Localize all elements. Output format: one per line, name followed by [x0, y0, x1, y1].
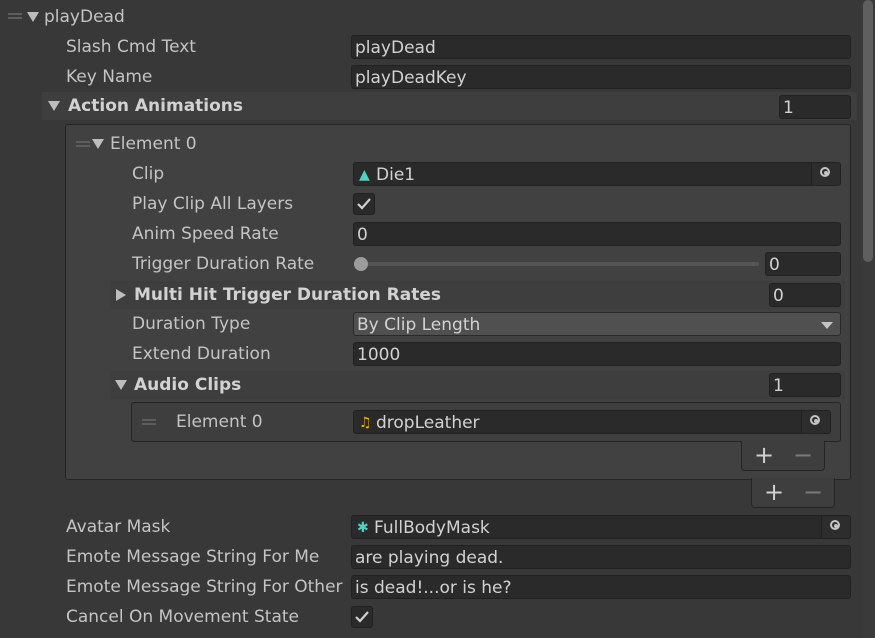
- object-picker-icon[interactable]: [821, 516, 850, 538]
- action-animations-header[interactable]: Action Animations: [42, 92, 857, 120]
- play-clip-all-layers-checkbox[interactable]: [353, 193, 375, 215]
- foldout-arrow-icon[interactable]: [92, 139, 104, 149]
- section-title: playDead: [44, 7, 125, 27]
- audio-clip-icon: ♫: [359, 415, 372, 431]
- emote-me-input[interactable]: are playing dead.: [351, 545, 851, 569]
- foldout-arrow-icon[interactable]: [48, 101, 60, 111]
- trigger-duration-rate-input[interactable]: 0: [765, 252, 841, 276]
- add-button[interactable]: +: [754, 441, 774, 469]
- emote-me-label: Emote Message String For Me: [66, 547, 320, 567]
- anim-speed-rate-label: Anim Speed Rate: [132, 224, 279, 244]
- cancel-on-movement-label: Cancel On Movement State: [66, 607, 300, 627]
- audio-clip-value: dropLeather: [376, 413, 480, 433]
- checkmark-icon: [355, 611, 369, 623]
- anim-speed-rate-input[interactable]: 0: [353, 222, 841, 246]
- audio-clip-field[interactable]: ♫ dropLeather: [353, 410, 831, 434]
- animation-clip-icon: ▲: [359, 167, 370, 183]
- audio-element-label: Element 0: [176, 412, 263, 432]
- multi-hit-label: Multi Hit Trigger Duration Rates: [134, 285, 441, 305]
- action-animations-add-remove: + −: [751, 478, 835, 508]
- extend-duration-label: Extend Duration: [132, 344, 271, 364]
- remove-button[interactable]: −: [793, 441, 813, 469]
- slider-knob[interactable]: [354, 257, 368, 271]
- play-clip-all-layers-label: Play Clip All Layers: [132, 194, 294, 214]
- key-name-label: Key Name: [66, 67, 153, 87]
- multi-hit-header[interactable]: Multi Hit Trigger Duration Rates: [110, 281, 845, 309]
- audio-clips-header[interactable]: Audio Clips: [110, 371, 845, 399]
- chevron-down-icon: [821, 322, 833, 329]
- multi-hit-size-input[interactable]: 0: [769, 283, 841, 307]
- add-button[interactable]: +: [764, 478, 784, 506]
- foldout-arrow-icon[interactable]: [116, 289, 126, 301]
- extend-duration-input[interactable]: 1000: [353, 342, 841, 366]
- foldout-arrow-icon[interactable]: [27, 12, 39, 22]
- avatar-mask-icon: ✱: [357, 520, 369, 536]
- avatar-mask-field[interactable]: ✱ FullBodyMask: [351, 515, 851, 539]
- audio-clips-size-input[interactable]: 1: [769, 373, 841, 397]
- audio-clips-add-remove: + −: [741, 441, 825, 471]
- drag-handle-icon[interactable]: [142, 419, 156, 425]
- checkmark-icon: [357, 198, 371, 210]
- duration-type-label: Duration Type: [132, 314, 251, 334]
- cancel-on-movement-checkbox[interactable]: [351, 606, 373, 628]
- clip-value: Die1: [376, 165, 416, 185]
- vertical-scrollbar[interactable]: [861, 0, 875, 638]
- clip-field[interactable]: ▲ Die1: [353, 162, 841, 186]
- remove-button[interactable]: −: [803, 478, 823, 506]
- trigger-duration-rate-slider[interactable]: [357, 262, 759, 266]
- audio-clips-label: Audio Clips: [134, 375, 242, 395]
- object-picker-icon[interactable]: [801, 411, 830, 433]
- object-picker-icon[interactable]: [811, 163, 840, 185]
- avatar-mask-label: Avatar Mask: [66, 517, 171, 537]
- trigger-duration-rate-label: Trigger Duration Rate: [132, 254, 315, 274]
- emote-other-label: Emote Message String For Other: [66, 577, 343, 597]
- drag-handle-icon[interactable]: [8, 13, 22, 19]
- element-label: Element 0: [110, 134, 197, 154]
- duration-type-value: By Clip Length: [357, 315, 481, 335]
- slash-cmd-text-input[interactable]: playDead: [351, 35, 851, 59]
- clip-label: Clip: [132, 164, 165, 184]
- avatar-mask-value: FullBodyMask: [374, 518, 490, 538]
- drag-handle-icon[interactable]: [76, 141, 90, 147]
- emote-other-input[interactable]: is dead!...or is he?: [351, 575, 851, 599]
- duration-type-dropdown[interactable]: By Clip Length: [353, 312, 841, 336]
- slash-cmd-text-label: Slash Cmd Text: [66, 37, 196, 57]
- key-name-input[interactable]: playDeadKey: [351, 65, 851, 89]
- action-animations-label: Action Animations: [68, 96, 244, 116]
- action-animations-size-input[interactable]: 1: [779, 95, 851, 119]
- scrollbar-thumb[interactable]: [863, 0, 873, 262]
- foldout-arrow-icon[interactable]: [115, 380, 127, 390]
